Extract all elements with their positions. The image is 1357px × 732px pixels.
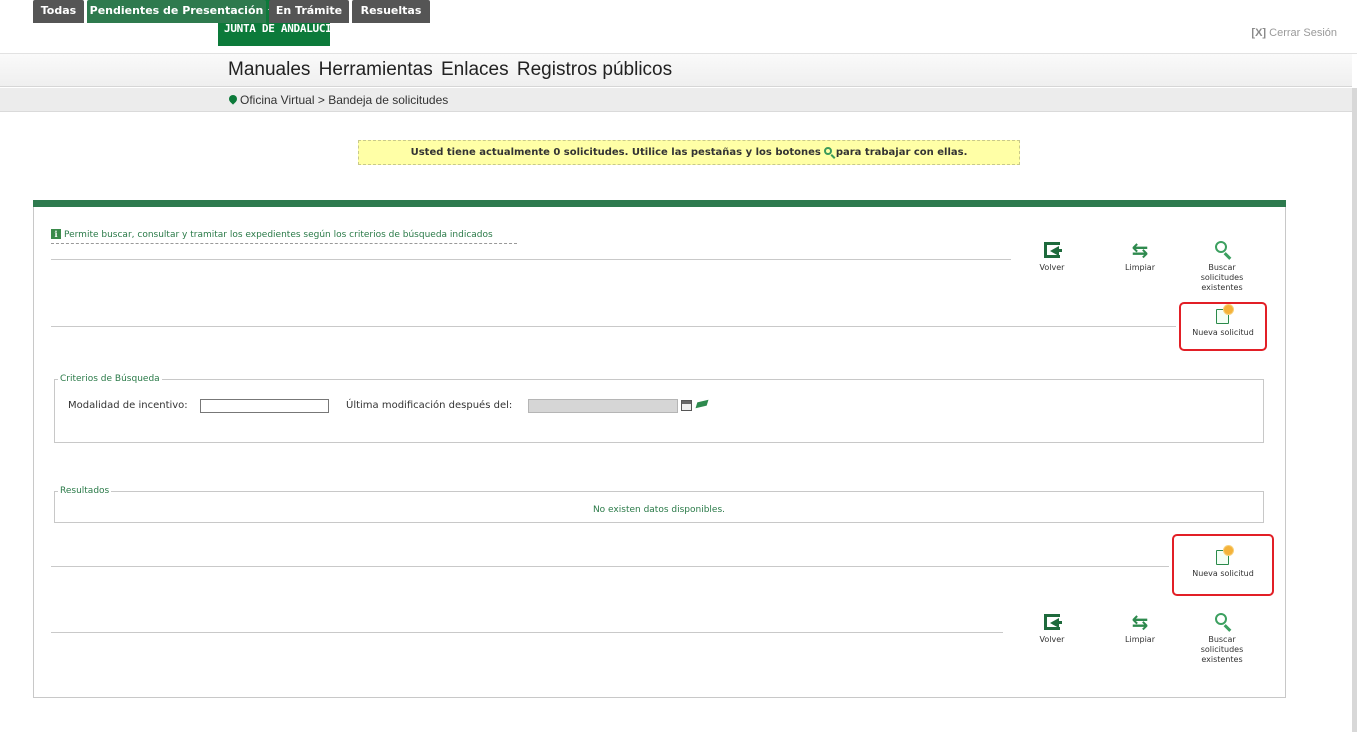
breadcrumb-root[interactable]: Oficina Virtual (240, 93, 314, 107)
new-document-icon (1212, 546, 1234, 566)
volver-button-bottom[interactable]: Volver (1017, 612, 1087, 645)
no-data-message: No existen datos disponibles. (592, 505, 726, 515)
notice-text-after: para trabajar con ellas. (835, 147, 968, 158)
requests-notice: Usted tiene actualmente 0 solicitudes. U… (358, 140, 1020, 165)
logout-x-icon: [X] (1251, 27, 1267, 39)
volver-label: Volver (1039, 635, 1065, 644)
info-text: Permite buscar, consultar y tramitar los… (64, 230, 493, 240)
menu-item-registros-publicos[interactable]: Registros públicos (517, 59, 672, 80)
nueva-solicitud-label: Nueva solicitud (1192, 569, 1254, 578)
main-menu: Manuales Herramientas Enlaces Registros … (228, 59, 675, 81)
menu-item-enlaces[interactable]: Enlaces (441, 59, 509, 80)
buscar-label-3: existentes (1201, 283, 1243, 292)
nueva-solicitud-button-bottom[interactable]: Nueva solicitud (1185, 546, 1261, 579)
tab-pendientes-de-presentacion[interactable]: Pendientes de Presentación (87, 0, 266, 23)
menu-item-manuales[interactable]: Manuales (228, 59, 310, 80)
fecha-input[interactable] (528, 399, 678, 413)
buscar-label-1: Buscar (1208, 263, 1236, 272)
breadcrumb: Oficina Virtual > Bandeja de solicitudes (227, 93, 449, 107)
back-icon (1041, 612, 1063, 632)
criteria-legend: Criterios de Búsqueda (60, 374, 160, 384)
volver-label: Volver (1039, 263, 1065, 272)
results-legend: Resultados (60, 486, 110, 496)
tab-todas[interactable]: Todas (33, 0, 84, 23)
page-scrollbar[interactable] (1352, 88, 1357, 732)
volver-button[interactable]: Volver (1017, 240, 1087, 273)
nueva-solicitud-button[interactable]: Nueva solicitud (1185, 305, 1261, 338)
tab-en-tramite[interactable]: En Trámite (269, 0, 349, 23)
search-icon (1211, 240, 1233, 260)
limpiar-label: Limpiar (1125, 263, 1155, 272)
logout-link[interactable]: [X] Cerrar Sesión (1251, 27, 1337, 39)
divider (51, 259, 1011, 260)
limpiar-button-bottom[interactable]: ⇆ Limpiar (1105, 612, 1175, 645)
modalidad-label: Modalidad de incentivo: (68, 400, 188, 411)
divider (51, 326, 1176, 327)
divider (51, 632, 1003, 633)
menu-item-herramientas[interactable]: Herramientas (319, 59, 433, 80)
breadcrumb-separator: > (317, 93, 325, 107)
logo-text: JUNTA DE ANDALUCIA (224, 22, 338, 35)
notice-text-before: Usted tiene actualmente 0 solicitudes. U… (410, 147, 821, 158)
limpiar-button[interactable]: ⇆ Limpiar (1105, 240, 1175, 273)
buscar-label-2: solicitudes (1200, 273, 1244, 282)
breadcrumb-bar: Oficina Virtual > Bandeja de solicitudes (0, 88, 1352, 112)
main-menu-bar: Manuales Herramientas Enlaces Registros … (0, 54, 1352, 87)
new-document-icon (1212, 305, 1234, 325)
buscar-button-bottom[interactable]: Buscar solicitudes existentes (1187, 612, 1257, 665)
info-icon: i (51, 229, 61, 239)
buscar-label-1: Buscar (1208, 635, 1236, 644)
nueva-solicitud-label: Nueva solicitud (1192, 328, 1254, 337)
tab-strip (33, 200, 1286, 207)
limpiar-label: Limpiar (1125, 635, 1155, 644)
logout-label: Cerrar Sesión (1269, 27, 1337, 39)
refresh-icon: ⇆ (1131, 238, 1149, 262)
refresh-icon: ⇆ (1131, 610, 1149, 634)
back-icon (1041, 240, 1063, 260)
info-message: i Permite buscar, consultar y tramitar lo… (51, 229, 493, 240)
info-underline (51, 243, 517, 244)
breadcrumb-current: Bandeja de solicitudes (328, 93, 449, 107)
search-icon (824, 147, 833, 155)
location-pin-icon (227, 93, 239, 105)
tab-panel (33, 207, 1286, 698)
calendar-icon[interactable] (681, 400, 692, 411)
buscar-label-3: existentes (1201, 655, 1243, 664)
buscar-label-2: solicitudes (1200, 645, 1244, 654)
modalidad-input[interactable] (200, 399, 329, 413)
divider (51, 566, 1169, 567)
search-icon (1211, 612, 1233, 632)
fecha-label: Última modificación después del: (346, 400, 513, 411)
buscar-button[interactable]: Buscar solicitudes existentes (1187, 240, 1257, 293)
tab-resueltas[interactable]: Resueltas (352, 0, 430, 23)
